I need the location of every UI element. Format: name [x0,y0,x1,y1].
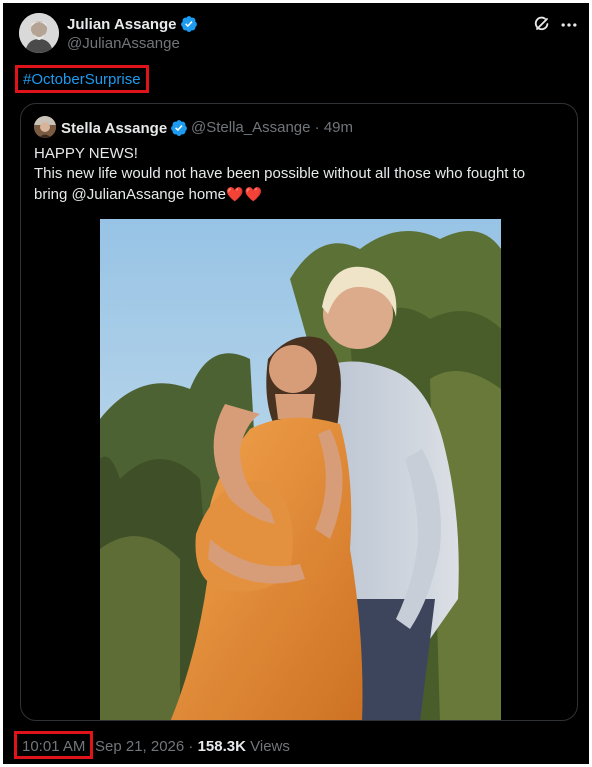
couple-photo [100,219,501,720]
quoted-tweet[interactable]: Stella Assange @Stella_Assange · 49m HAP… [20,103,578,721]
quoted-meta: @Stella_Assange · 49m [191,119,353,136]
quoted-author-handle[interactable]: @Stella_Assange [191,119,310,136]
tweet-card: Julian Assange @JulianAssange #OctoberSu… [0,0,592,767]
grok-icon[interactable] [532,14,552,34]
quoted-photo[interactable] [100,219,501,720]
footer-separator: · [188,738,194,755]
avatar-photo [19,13,59,53]
meta-separator: · [314,119,320,136]
views-label: Views [250,738,290,755]
quoted-author-avatar[interactable] [34,116,56,138]
hashtag-highlight: #OctoberSurprise [15,65,149,93]
tweet-time[interactable]: 10:01 AM [22,738,85,755]
quoted-text: HAPPY NEWS! This new life would not have… [34,144,564,205]
quoted-text-line-1: HAPPY NEWS! [34,145,138,162]
verified-badge-icon [181,16,198,32]
more-icon[interactable] [559,15,579,35]
verified-badge-icon [171,120,188,136]
author-avatar[interactable] [19,13,59,53]
timestamp-highlight: 10:01 AM [14,731,94,759]
avatar-photo [34,116,56,138]
hashtag-link[interactable]: #OctoberSurprise [23,71,141,88]
quoted-author-name[interactable]: Stella Assange [61,119,188,137]
quoted-age[interactable]: 49m [324,119,353,136]
quoted-text-line-3: bring @JulianAssange home❤️❤️ [34,184,564,205]
views-count[interactable]: 158.3K [198,738,246,755]
tweet-footer: Sep 21, 2026 · 158.3K Views [95,738,290,755]
author-name[interactable]: Julian Assange [67,15,198,33]
quoted-author-name-text[interactable]: Stella Assange [61,120,167,137]
heart-emoji: ❤️❤️ [226,186,263,202]
author-name-text[interactable]: Julian Assange [67,16,176,33]
quoted-text-line-3-text: bring @JulianAssange home [34,186,227,203]
author-handle[interactable]: @JulianAssange [67,35,180,52]
quoted-text-line-2: This new life would not have been possib… [34,165,526,182]
tweet-date[interactable]: Sep 21, 2026 [95,738,184,755]
